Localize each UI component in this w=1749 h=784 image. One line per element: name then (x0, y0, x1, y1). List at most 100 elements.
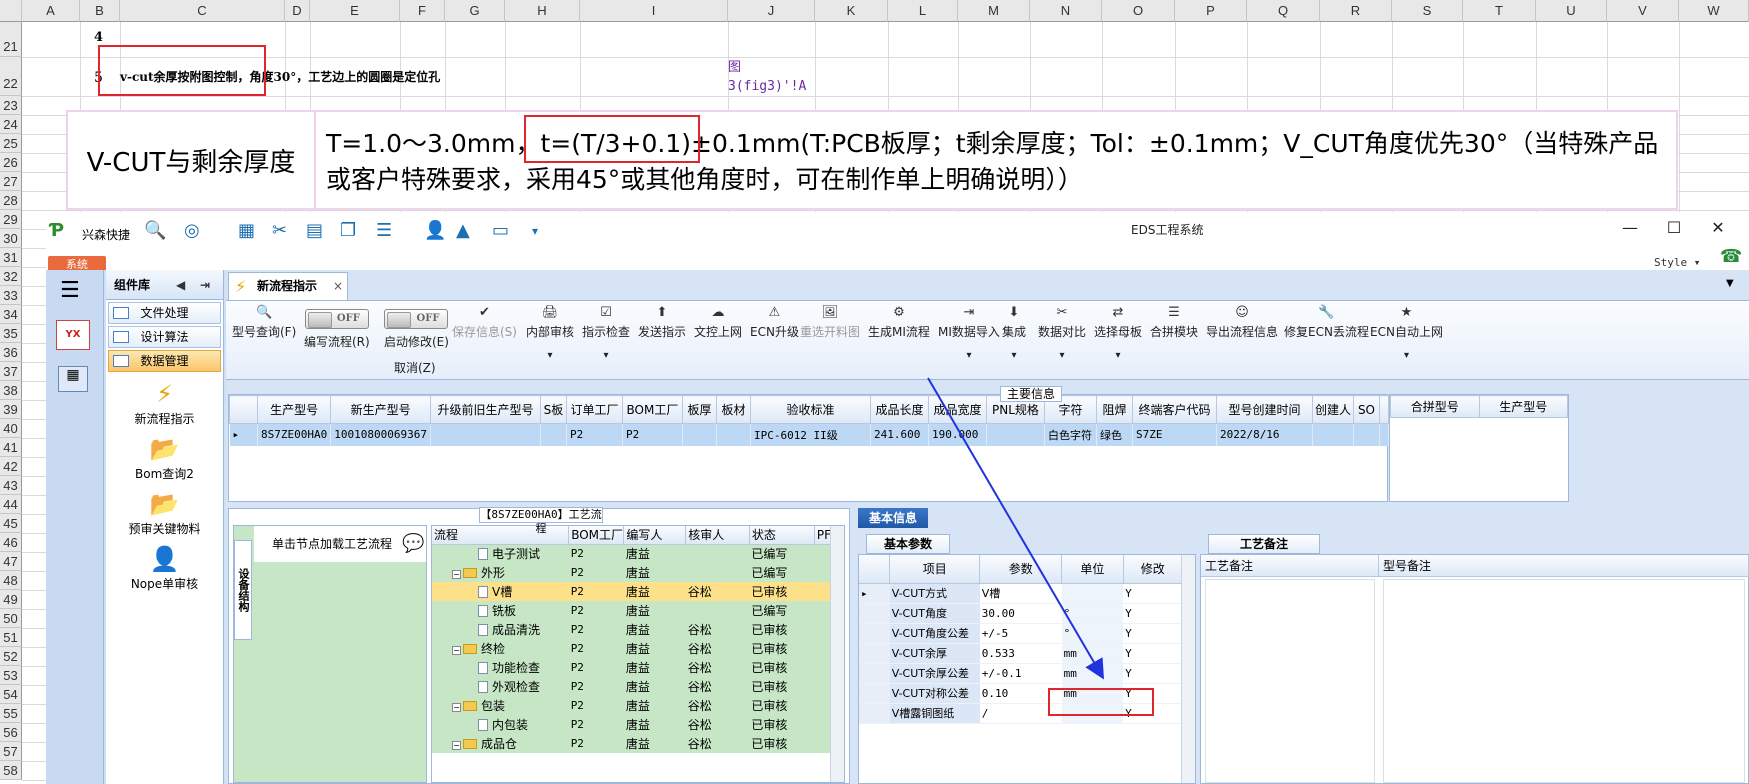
param-value-field[interactable]: 30.00 (979, 603, 1062, 624)
ribbon-button[interactable]: ⬆ 发送指示 (638, 305, 686, 340)
toggle-switch[interactable]: OFF (384, 309, 449, 329)
table-cell[interactable] (540, 423, 567, 446)
column-header[interactable]: L (888, 0, 958, 22)
table-cell[interactable] (1312, 423, 1354, 446)
table-cell[interactable]: 8S7ZE00HA0 (257, 423, 332, 446)
table-icon[interactable]: ▦ (238, 220, 255, 242)
table-cell[interactable] (1353, 423, 1380, 446)
column-header[interactable]: I (580, 0, 728, 22)
row-header[interactable]: 23 (0, 96, 22, 115)
column-header[interactable]: 新生产型号 (330, 395, 431, 424)
table-cell[interactable]: 10010800069367 (330, 423, 431, 446)
table-row[interactable]: 外观检查 P2 唐益 谷松 已审核 (432, 677, 832, 696)
ribbon-button[interactable]: ☰ 合拼模块 (1150, 305, 1198, 340)
table-cell[interactable] (682, 423, 717, 446)
copy-icon[interactable]: ❐ (340, 220, 356, 242)
table-row[interactable]: V槽 P2 唐益 谷松 已审核 (432, 582, 832, 601)
row-header[interactable]: 51 (0, 628, 22, 647)
ribbon-button[interactable]: 🔍 型号查询(F) (232, 305, 296, 340)
column-header[interactable]: 生产型号 (256, 395, 332, 424)
column-header[interactable]: 项目 (889, 555, 981, 584)
component-item[interactable]: 数据管理 (108, 350, 221, 372)
table-cell[interactable]: 绿色 (1096, 423, 1133, 446)
column-header[interactable]: 升级前旧生产型号 (429, 395, 541, 424)
column-header[interactable]: D (285, 0, 310, 22)
params-scrollbar[interactable] (1181, 555, 1195, 783)
column-header[interactable]: H (505, 0, 580, 22)
ribbon-button[interactable]: ⬇ 集成 ▾ (1002, 305, 1026, 361)
help-ring-icon[interactable]: ◎ (184, 220, 200, 242)
ribbon-button[interactable]: ⇄ 选择母板 ▾ (1094, 305, 1142, 361)
table-row[interactable]: 成品清洗 P2 唐益 谷松 已审核 (432, 620, 832, 639)
row-header[interactable]: 50 (0, 609, 22, 628)
tab-basic-params[interactable]: 基本参数 (866, 534, 950, 554)
row-header[interactable]: 30 (0, 229, 22, 248)
row-header[interactable]: 52 (0, 647, 22, 666)
tree-node[interactable]: 外观检查 (432, 677, 569, 696)
pin-icon[interactable]: ⇥ (200, 270, 210, 300)
ribbon-button[interactable]: ⇥ MI数据导入 ▾ (938, 305, 1000, 361)
row-header[interactable]: 25 (0, 134, 22, 153)
table-row[interactable]: ▸ 8S7ZE00HA0 10010800069367 P2 P2 IPC-6012 II… (229, 423, 1390, 446)
row-header[interactable]: 24 (0, 115, 22, 134)
row-header[interactable]: 46 (0, 533, 22, 552)
dropdown-arrow-icon[interactable]: ▾ (582, 350, 630, 361)
row-header[interactable]: 57 (0, 742, 22, 761)
column-header[interactable]: 生产型号 (1478, 395, 1568, 418)
toggle-switch[interactable]: OFF (304, 309, 369, 329)
table-cell[interactable]: 190.000 (928, 423, 987, 446)
tree-node[interactable]: 铣板 (432, 601, 569, 620)
column-header[interactable]: 状态 (749, 526, 815, 545)
column-header[interactable]: 板厚 (681, 395, 717, 424)
column-header[interactable]: 参数 (979, 555, 1063, 584)
table-cell[interactable]: 白色字符 (1044, 423, 1097, 446)
table-cell[interactable]: 2022/8/16 (1216, 423, 1313, 446)
table-cell[interactable] (986, 423, 1045, 446)
dropdown-arrow-icon[interactable]: ▾ (526, 350, 574, 361)
flow-tree-scrollbar[interactable] (830, 526, 844, 782)
table-row[interactable]: 电子测试 P2 唐益 已编写 (432, 544, 832, 563)
table-row[interactable]: 铣板 P2 唐益 已编写 (432, 601, 832, 620)
ribbon-button[interactable]: ☑ 指示检查 ▾ (582, 305, 630, 361)
row-header[interactable]: 36 (0, 343, 22, 362)
table-row[interactable]: − 外形 P2 唐益 已编写 (432, 563, 832, 582)
param-value-field[interactable]: 0.533 (979, 643, 1062, 664)
row-header[interactable]: 21 (0, 22, 22, 57)
column-header[interactable]: G (445, 0, 505, 22)
table-cell[interactable]: S7ZE (1132, 423, 1217, 446)
scissors-icon[interactable]: ✂ (272, 220, 287, 242)
row-header[interactable]: 54 (0, 685, 22, 704)
collapse-icon[interactable]: − (452, 570, 461, 579)
column-header[interactable]: BOM工厂 (621, 395, 683, 424)
table-cell[interactable]: P2 (622, 423, 683, 446)
table-cell[interactable]: 241.600 (870, 423, 929, 446)
ribbon-button[interactable]: 🖼 重选开料图 (800, 305, 860, 340)
column-header[interactable]: N (1030, 0, 1102, 22)
dropdown-arrow-icon[interactable]: ▾ (1370, 350, 1443, 361)
dropdown-arrow-icon[interactable]: ▾ (938, 350, 1000, 361)
row-header[interactable]: 53 (0, 666, 22, 685)
tree-node[interactable]: V槽 (432, 582, 569, 601)
tree-node[interactable]: − 包装 (432, 696, 569, 715)
table-row[interactable]: − 终检 P2 唐益 谷松 已审核 (432, 639, 832, 658)
column-header[interactable]: 单位 (1061, 555, 1124, 584)
tool-item[interactable]: 👤 Nope单审核 (106, 545, 223, 592)
param-value-field[interactable]: +/-5 (979, 623, 1062, 644)
component-item[interactable]: 文件处理 (108, 302, 221, 324)
monitor-icon[interactable]: ▭ (492, 220, 509, 242)
column-header[interactable]: 修改 (1123, 555, 1184, 584)
ribbon-button[interactable]: ⚠ ECN升级 (750, 305, 799, 340)
process-remark-textarea[interactable] (1205, 579, 1375, 783)
column-header[interactable]: U (1536, 0, 1607, 22)
ribbon-button[interactable]: ☁ 文控上网 (694, 305, 742, 340)
tool-item[interactable]: 📂 Bom查询2 (106, 435, 223, 482)
hamburger-icon[interactable]: ☰ (60, 278, 80, 303)
table-cell[interactable] (430, 423, 541, 446)
close-icon[interactable]: ✕ (1708, 218, 1728, 237)
param-value-field[interactable]: V槽 (979, 583, 1062, 604)
table-cell[interactable]: P2 (566, 423, 623, 446)
user-icon[interactable]: 👤 (424, 220, 446, 242)
row-header[interactable]: 39 (0, 400, 22, 419)
column-header[interactable]: A (22, 0, 80, 22)
column-header[interactable]: 编写人 (623, 526, 687, 545)
